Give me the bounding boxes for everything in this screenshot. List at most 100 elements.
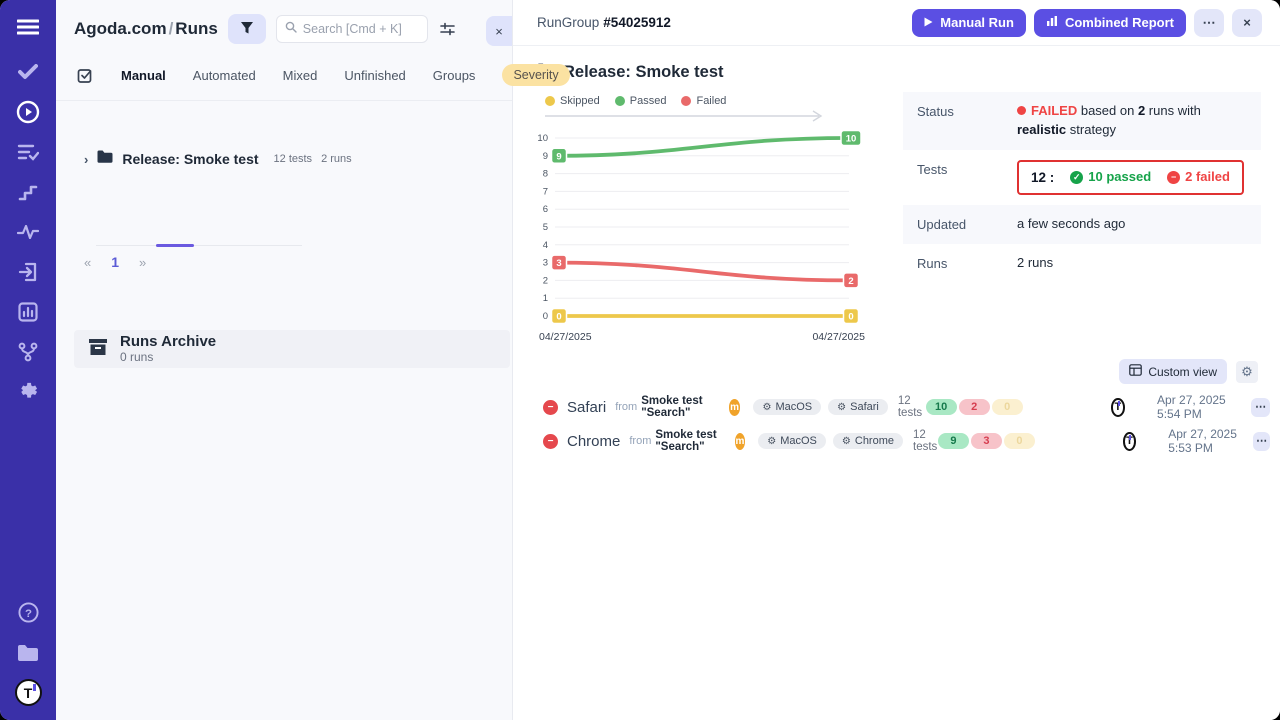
run-group-id: #54025912	[603, 15, 671, 30]
runs-value: 2 runs	[1017, 254, 1261, 273]
breadcrumb-project[interactable]: Agoda.com	[74, 19, 167, 38]
more-options-button[interactable]: ⋯	[1194, 9, 1224, 37]
env-browser-label: Chrome	[855, 435, 894, 447]
skipped-count-pill: 0	[1004, 433, 1035, 449]
archive-subtitle: 0 runs	[120, 350, 216, 364]
run-more-button[interactable]: ⋯	[1253, 432, 1270, 451]
legend-item-failed[interactable]: Failed	[681, 95, 726, 107]
tests-passed-label: 10 passed	[1088, 168, 1151, 187]
run-tests-count: 12 tests	[913, 429, 938, 453]
steps-icon[interactable]	[15, 178, 42, 205]
projects-folder-icon[interactable]	[15, 639, 42, 666]
run-stats: 9 3 0	[938, 433, 1035, 449]
runs-tabs: Manual Automated Mixed Unfinished Groups…	[56, 54, 512, 101]
manual-run-label: Manual Run	[940, 15, 1014, 30]
tab-automated[interactable]: Automated	[193, 68, 256, 83]
failed-status-icon: −	[543, 400, 558, 415]
tree-runs-count: 2 runs	[321, 153, 352, 165]
pagination-prev-button[interactable]: «	[84, 255, 91, 270]
tab-unfinished[interactable]: Unfinished	[344, 68, 405, 83]
search-input[interactable]	[303, 22, 419, 36]
run-group-title: Release: Smoke test	[563, 63, 724, 82]
runs-header: Agoda.com/Runs ×	[56, 0, 512, 54]
select-runs-icon[interactable]	[77, 66, 94, 84]
run-more-button[interactable]: ⋯	[1251, 398, 1270, 417]
run-group-label: RunGroup	[537, 15, 599, 30]
tests-row: Tests 12 : ✓10 passed −2 failed	[903, 150, 1261, 206]
status-text-2: runs with	[1145, 103, 1201, 118]
runs-archive-row[interactable]: Runs Archive 0 runs	[74, 330, 510, 368]
run-row-chrome[interactable]: − Chrome from Smoke test "Search" m ⚙Mac…	[525, 426, 1270, 456]
pagination-page-1[interactable]: 1	[111, 254, 119, 270]
manual-badge: m	[735, 433, 746, 450]
legend-item-passed[interactable]: Passed	[615, 95, 667, 107]
status-text-1: based on	[1077, 103, 1138, 118]
combined-report-button[interactable]: Combined Report	[1034, 9, 1186, 37]
trend-arrow	[545, 110, 827, 122]
close-detail-button[interactable]: ×	[1232, 9, 1262, 37]
branches-icon[interactable]	[15, 338, 42, 365]
svg-text:04/27/2025: 04/27/2025	[539, 331, 592, 343]
manual-run-button[interactable]: Manual Run	[912, 9, 1026, 37]
run-name[interactable]: Safari	[567, 399, 606, 416]
tests-failed-label: 2 failed	[1185, 168, 1230, 187]
user-avatar[interactable]: T	[15, 679, 42, 706]
view-settings-icon[interactable]	[438, 20, 457, 38]
svg-text:0: 0	[848, 312, 853, 323]
minus-circle-icon: −	[1167, 171, 1180, 184]
manual-badge: m	[729, 399, 741, 416]
run-row-safari[interactable]: − Safari from Smoke test "Search" m ⚙Mac…	[525, 392, 1270, 422]
reports-icon[interactable]	[15, 298, 42, 325]
help-icon[interactable]: ?	[15, 599, 42, 626]
funnel-icon	[240, 21, 254, 38]
tab-groups[interactable]: Groups	[433, 68, 476, 83]
collapse-panel-button[interactable]: ×	[486, 16, 512, 46]
svg-text:9: 9	[556, 151, 561, 162]
settings-gear-icon[interactable]	[15, 378, 42, 405]
severity-filter-badge[interactable]: Severity	[502, 64, 569, 86]
runs-icon[interactable]	[15, 98, 42, 125]
svg-text:1: 1	[543, 293, 548, 304]
test-plans-icon[interactable]	[15, 138, 42, 165]
custom-view-button[interactable]: Custom view	[1119, 359, 1227, 384]
svg-text:2: 2	[543, 275, 548, 286]
svg-text:3: 3	[543, 258, 548, 269]
view-gear-button[interactable]: ⚙	[1236, 361, 1258, 383]
tests-value: 12 : ✓10 passed −2 failed	[1017, 160, 1261, 196]
import-icon[interactable]	[15, 258, 42, 285]
updated-row: Updated a few seconds ago	[903, 205, 1261, 244]
passed-count-pill: 10	[926, 399, 957, 415]
run-group-tree-item[interactable]: › Release: Smoke test 12 tests 2 runs	[56, 144, 512, 174]
tree-item-meta: 12 tests 2 runs	[274, 153, 352, 165]
run-tests-count: 12 tests	[898, 395, 926, 419]
svg-text:6: 6	[543, 204, 548, 215]
run-group-info-table: Status FAILED based on 2 runs with reali…	[903, 92, 1261, 283]
svg-text:8: 8	[543, 169, 548, 180]
env-os-pill: ⚙MacOS	[753, 399, 821, 415]
checks-icon[interactable]	[15, 58, 42, 85]
sidebar-nav	[15, 58, 42, 405]
play-icon	[924, 15, 933, 30]
gear-icon: ⚙	[767, 436, 776, 447]
svg-text:2: 2	[848, 276, 853, 287]
legend-dot-icon	[681, 96, 691, 106]
tree-tests-count: 12 tests	[274, 153, 313, 165]
failed-count-pill: 3	[971, 433, 1002, 449]
legend-item-skipped[interactable]: Skipped	[545, 95, 600, 107]
chevron-right-icon[interactable]: ›	[84, 152, 88, 167]
folder-icon	[97, 150, 113, 168]
env-browser-label: Safari	[850, 401, 879, 413]
tree-item-title: Release: Smoke test	[122, 151, 258, 167]
run-name[interactable]: Chrome	[567, 433, 620, 450]
gear-icon: ⚙	[837, 402, 846, 413]
activity-pulse-icon[interactable]	[15, 218, 42, 245]
tab-mixed[interactable]: Mixed	[283, 68, 318, 83]
bar-chart-icon	[1046, 15, 1058, 30]
reporter-logo-icon: T	[1123, 432, 1136, 451]
hamburger-menu-icon[interactable]	[15, 13, 42, 40]
tab-manual[interactable]: Manual	[121, 68, 166, 83]
filter-button[interactable]	[228, 14, 266, 44]
svg-text:0: 0	[556, 312, 561, 323]
pagination-next-button[interactable]: »	[139, 255, 146, 270]
status-strategy: realistic	[1017, 122, 1066, 137]
